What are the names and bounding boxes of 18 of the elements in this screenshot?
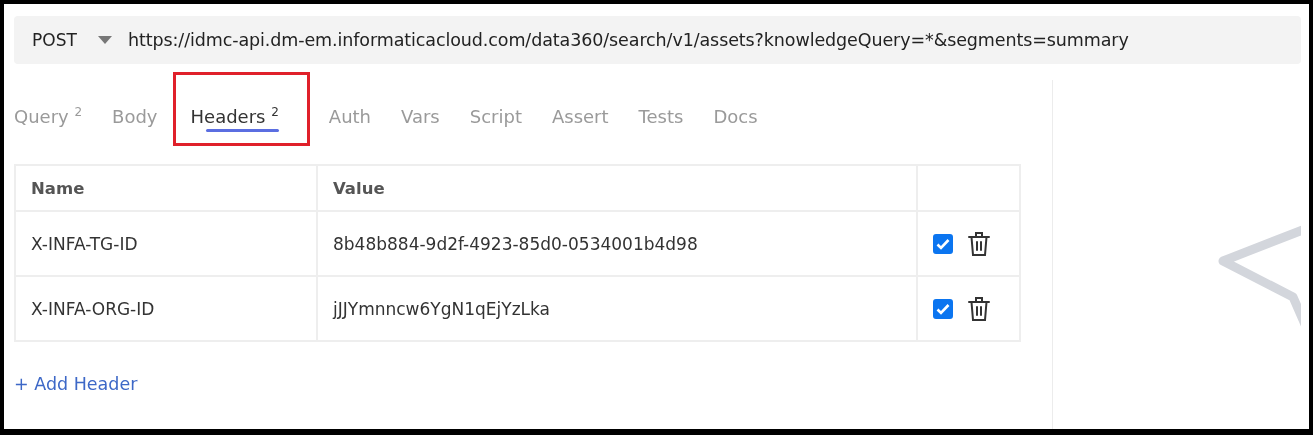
tab[interactable]: Headers $^{2}$ xyxy=(190,80,294,138)
column-header: Value xyxy=(317,165,917,211)
tab[interactable]: Body xyxy=(97,80,173,138)
tab[interactable]: Tests xyxy=(623,80,699,138)
method-select[interactable]: POST xyxy=(32,30,98,50)
table-cell: jJJYmnncw6YgN1qEjYzLka xyxy=(317,276,917,341)
table-cell: X-INFA-TG-ID xyxy=(15,211,317,276)
tab[interactable]: Vars xyxy=(386,80,455,138)
tab[interactable]: Script xyxy=(454,80,537,138)
table-cell: 8b48b884-9d2f-4923-85d0-0534001b4d98 xyxy=(317,211,917,276)
add-header-link[interactable]: + Add Header xyxy=(14,374,138,394)
url-field[interactable]: https://idmc-api.dm-em.informaticacloud.com/data360/search/v1/assets?knowledgeQuery=*&segments=summary xyxy=(128,30,1129,50)
column-header: Name xyxy=(15,165,317,211)
table-cell: X-INFA-ORG-ID xyxy=(15,276,317,341)
tab[interactable]: Query $^{2}$ xyxy=(14,80,98,138)
tab[interactable]: Assert xyxy=(536,80,624,138)
tab[interactable]: Docs xyxy=(698,80,773,138)
tab[interactable]: Auth xyxy=(313,80,386,138)
